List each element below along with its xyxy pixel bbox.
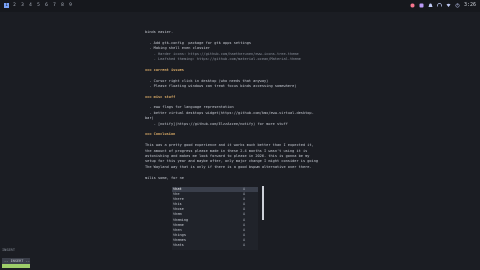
workspace-button[interactable]: 6 <box>44 3 49 8</box>
mode-bar <box>2 264 30 268</box>
text-editor[interactable]: binds easier. - Add gtk-config package f… <box>145 30 350 181</box>
workspace-button[interactable]: 7 <box>52 3 57 8</box>
status-line: INSERT <box>2 248 15 253</box>
wifi-icon[interactable] <box>446 3 451 8</box>
workspace-button[interactable]: 2 <box>12 3 17 8</box>
completion-popup[interactable]: that Athe Athere Athis Athose Athem Atheming At… <box>172 187 258 250</box>
workspace-switcher: 1 2 3 4 5 6 7 8 9 <box>4 3 73 8</box>
workspace-button[interactable]: 9 <box>68 3 73 8</box>
workspace-button[interactable]: 5 <box>36 3 41 8</box>
system-tray: 3:26 <box>410 2 476 8</box>
workspace-button[interactable]: 8 <box>60 3 65 8</box>
workspace-button[interactable]: 3 <box>20 3 25 8</box>
clock: 3:26 <box>463 2 476 8</box>
bell-icon[interactable] <box>428 3 433 8</box>
app-icon[interactable] <box>419 3 424 8</box>
status-text: INSERT <box>2 248 15 252</box>
workspace-button[interactable]: 4 <box>28 3 33 8</box>
completion-scrollbar[interactable] <box>262 186 264 220</box>
workspace-button[interactable]: 1 <box>4 3 9 8</box>
top-bar: 1 2 3 4 5 6 7 8 9 3:26 <box>0 0 480 12</box>
headphones-icon[interactable] <box>437 2 442 8</box>
editor-line: milis some, for ne <box>145 175 184 180</box>
record-icon[interactable] <box>410 3 415 8</box>
power-icon[interactable] <box>455 3 460 8</box>
completion-kind: A <box>243 243 246 248</box>
completion-item[interactable]: thats A <box>172 243 258 248</box>
completion-word: thats <box>173 243 184 248</box>
